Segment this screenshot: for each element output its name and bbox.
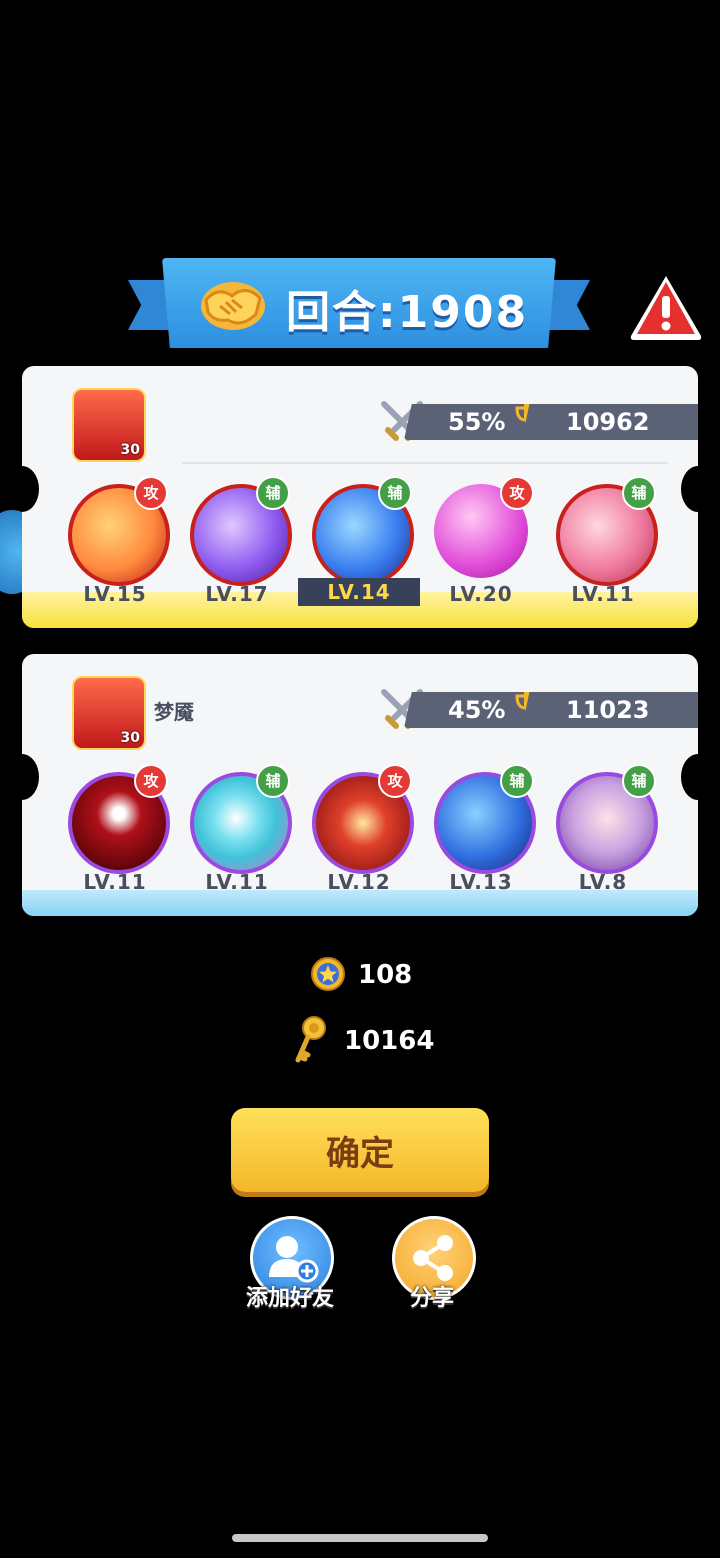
add-friend-button[interactable]: 添加好友 <box>220 1216 360 1316</box>
card-notch-right <box>681 466 698 512</box>
card-divider <box>182 462 668 464</box>
round-title: 回合:1908 <box>286 287 529 338</box>
skill-tag-attack: 攻 <box>134 476 168 510</box>
skill-slot[interactable]: 辅 LV.13 <box>426 764 536 896</box>
win-rate-value: 55% <box>448 408 506 436</box>
team-card-2: 30 梦魇 45% 11023 攻 LV.11 辅 LV.11 攻 LV.12 <box>22 654 698 916</box>
skill-tag-attack: 攻 <box>134 764 168 798</box>
skill-level: LV.11 <box>83 870 147 894</box>
star-coin-icon <box>311 957 345 991</box>
skill-slot[interactable]: 攻 LV.15 <box>60 476 170 608</box>
confirm-button[interactable]: 确定 <box>231 1108 489 1192</box>
add-friend-label: 添加好友 <box>245 1286 334 1311</box>
skill-level: LV.11 <box>205 870 269 894</box>
key-reward-value: 10164 <box>344 1026 435 1056</box>
skill-level: LV.8 <box>578 870 628 894</box>
star-reward: 108 <box>310 956 412 999</box>
skill-level: LV.11 <box>571 582 635 606</box>
trophy-value: 11023 <box>566 696 650 724</box>
skill-row: 攻 LV.15 辅 LV.17 辅 LV.14 攻 LV.20 辅 LV.11 <box>60 476 680 608</box>
trophy-value: 10962 <box>566 408 650 436</box>
skill-slot[interactable]: 攻 LV.12 <box>304 764 414 896</box>
skill-slot-selected[interactable]: 辅 LV.14 <box>298 476 420 608</box>
player-avatar[interactable]: 30 <box>72 388 146 462</box>
key-icon <box>295 1016 326 1063</box>
skill-tag-support: 辅 <box>622 476 656 510</box>
card-notch-right <box>681 754 698 800</box>
skill-level: LV.15 <box>83 582 147 606</box>
key-reward: 10164 <box>290 1014 434 1073</box>
skill-level: LV.13 <box>449 870 513 894</box>
skill-slot[interactable]: 攻 LV.20 <box>426 476 536 608</box>
skill-tag-support: 辅 <box>378 476 412 510</box>
team-card-1: 30 55% 10962 攻 LV.15 辅 LV.17 辅 LV.14 攻 L… <box>22 366 698 628</box>
player-avatar[interactable]: 30 <box>72 676 146 750</box>
round-ribbon: 回合:1908 <box>128 258 590 350</box>
card-notch-left <box>22 754 39 800</box>
avatar-level: 30 <box>120 730 140 746</box>
alert-icon[interactable] <box>628 272 704 342</box>
win-rate-value: 45% <box>448 696 506 724</box>
handshake-icon <box>201 282 265 330</box>
skill-level: LV.14 <box>298 578 420 606</box>
skill-level: LV.20 <box>449 582 513 606</box>
skill-slot[interactable]: 攻 LV.11 <box>60 764 170 896</box>
avatar-level: 30 <box>120 442 140 458</box>
skill-slot[interactable]: 辅 LV.11 <box>182 764 292 896</box>
card-notch-left <box>22 466 39 512</box>
skill-slot[interactable]: 辅 LV.8 <box>548 764 658 896</box>
share-button[interactable]: 分享 <box>362 1216 502 1316</box>
skill-tag-attack: 攻 <box>500 476 534 510</box>
skill-level: LV.12 <box>327 870 391 894</box>
skill-slot[interactable]: 辅 LV.11 <box>548 476 658 608</box>
share-label: 分享 <box>409 1286 454 1311</box>
trophy-count: 11023 <box>522 692 698 728</box>
skill-tag-support: 辅 <box>622 764 656 798</box>
home-indicator[interactable] <box>232 1534 488 1542</box>
trophy-count: 10962 <box>522 404 698 440</box>
skill-tag-support: 辅 <box>256 476 290 510</box>
skill-tag-attack: 攻 <box>378 764 412 798</box>
skill-level: LV.17 <box>205 582 269 606</box>
skill-slot[interactable]: 辅 LV.17 <box>182 476 292 608</box>
star-reward-value: 108 <box>358 960 413 990</box>
skill-tag-support: 辅 <box>256 764 290 798</box>
player-name: 梦魇 <box>154 700 194 724</box>
skill-tag-support: 辅 <box>500 764 534 798</box>
skill-row: 攻 LV.11 辅 LV.11 攻 LV.12 辅 LV.13 辅 LV.8 <box>60 764 680 896</box>
